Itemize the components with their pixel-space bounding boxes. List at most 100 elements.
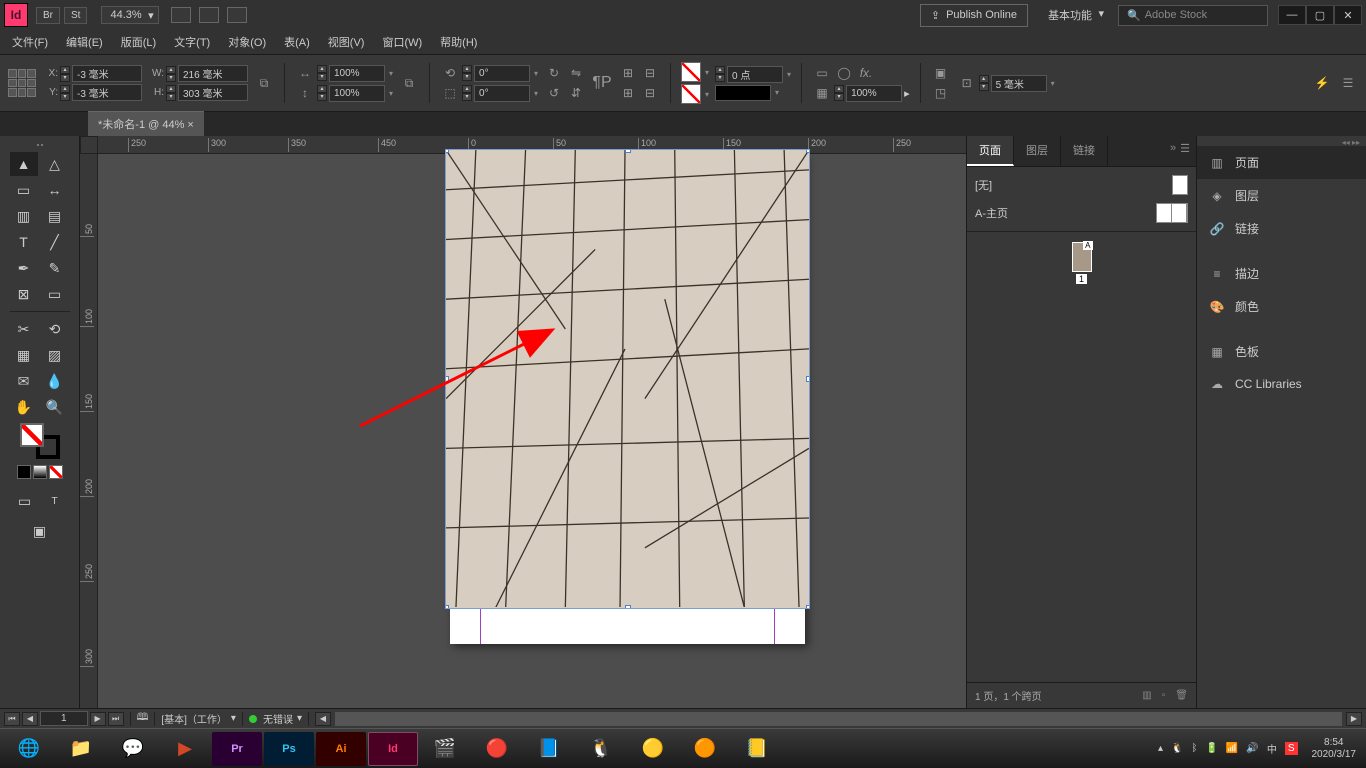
direct-selection-tool[interactable]: △	[41, 152, 69, 176]
menu-type[interactable]: 文字(T)	[174, 34, 210, 50]
minimize-button[interactable]: —	[1278, 5, 1306, 25]
pen-tool[interactable]: ✒	[10, 256, 38, 280]
first-page-button[interactable]: ⏮	[4, 712, 20, 726]
apply-gradient[interactable]	[33, 465, 47, 479]
taskbar-qq[interactable]: 🐧	[576, 732, 626, 766]
ruler-origin[interactable]	[80, 136, 98, 154]
pencil-tool[interactable]: ✎	[41, 256, 69, 280]
zoom-tool[interactable]: 🔍	[41, 395, 69, 419]
menu-layout[interactable]: 版面(L)	[121, 34, 156, 50]
taskbar-app-4[interactable]: 🟠	[680, 732, 730, 766]
dock-links[interactable]: 🔗链接	[1197, 212, 1366, 245]
master-a-row[interactable]: A-主页	[967, 199, 1196, 227]
publish-online-button[interactable]: ⇪ Publish Online	[920, 4, 1028, 27]
menu-view[interactable]: 视图(V)	[328, 34, 365, 50]
links-panel-tab[interactable]: 链接	[1061, 136, 1108, 166]
y-input[interactable]	[72, 84, 142, 101]
scissors-tool[interactable]: ✂	[10, 317, 38, 341]
taskbar-chrome[interactable]: 🟡	[628, 732, 678, 766]
type-tool[interactable]: T	[10, 230, 38, 254]
current-page-field[interactable]: 1	[40, 711, 88, 726]
document-tab[interactable]: *未命名-1 @ 44% ×	[88, 111, 204, 136]
view-icon-2[interactable]	[199, 7, 219, 23]
stroke-weight-input[interactable]	[727, 66, 783, 83]
fx-icon[interactable]: fx.	[856, 64, 876, 82]
fx-box-icon[interactable]: ▭	[812, 64, 832, 82]
dock-color[interactable]: 🎨颜色	[1197, 290, 1366, 323]
close-button[interactable]: ✕	[1334, 5, 1362, 25]
system-tray[interactable]: ▴ 🐧 ᛒ 🔋 📶 🔊 中 S 8:54 2020/3/17	[1158, 737, 1362, 761]
menu-edit[interactable]: 编辑(E)	[66, 34, 103, 50]
taskbar-explorer[interactable]: 📁	[56, 732, 106, 766]
opacity-input[interactable]	[846, 85, 902, 102]
shear-input[interactable]	[474, 85, 530, 102]
align-icon-2[interactable]: ⊟	[640, 64, 660, 82]
h-input[interactable]	[178, 84, 248, 101]
menu-window[interactable]: 窗口(W)	[382, 34, 422, 50]
layers-panel-tab[interactable]: 图层	[1014, 136, 1061, 166]
view-mode-preview[interactable]: T	[41, 489, 69, 513]
taskbar-app-3[interactable]: 📘	[524, 732, 574, 766]
bridge-button[interactable]: Br	[36, 7, 60, 24]
collapse-icon[interactable]: »	[1170, 142, 1176, 160]
constrain-scale-icon[interactable]: ⧉	[399, 74, 419, 92]
next-page-button[interactable]: ▶	[90, 712, 106, 726]
hand-tool[interactable]: ✋	[10, 395, 38, 419]
stroke-swatch[interactable]	[681, 84, 701, 104]
pages-panel-tab[interactable]: 页面	[967, 136, 1014, 166]
dock-pages[interactable]: ▥页面	[1197, 146, 1366, 179]
rotate-ccw-icon[interactable]: ↺	[544, 84, 564, 102]
fill-swatch-tool[interactable]	[20, 423, 44, 447]
open-doc-icon[interactable]: 🕮	[137, 710, 149, 727]
stock-search-input[interactable]: 🔍 Adobe Stock	[1118, 5, 1268, 26]
frame-fit-icon[interactable]: ⊡	[957, 74, 977, 92]
view-icon-3[interactable]	[227, 7, 247, 23]
note-tool[interactable]: ✉	[10, 369, 38, 393]
rect-tool[interactable]: ▭	[41, 282, 69, 306]
content-collector-tool[interactable]: ▥	[10, 204, 38, 228]
horizontal-scrollbar[interactable]	[335, 712, 1342, 726]
dock-layers[interactable]: ◈图层	[1197, 179, 1366, 212]
taskbar-app-2[interactable]: 🔴	[472, 732, 522, 766]
menu-file[interactable]: 文件(F)	[12, 34, 48, 50]
tray-wifi-icon[interactable]: 📶	[1226, 743, 1238, 754]
tray-qq-icon[interactable]: 🐧	[1171, 743, 1183, 754]
free-transform-tool[interactable]: ⟲	[41, 317, 69, 341]
new-page-icon[interactable]: ▫	[1162, 690, 1166, 701]
edit-page-size-icon[interactable]: ▥	[1142, 690, 1151, 701]
screen-mode[interactable]: ▣	[26, 519, 54, 543]
rotate-input[interactable]	[474, 65, 530, 82]
gradient-swatch-tool[interactable]: ▦	[10, 343, 38, 367]
fill-stroke-swatches[interactable]	[20, 423, 60, 459]
dock-stroke[interactable]: ≡描边	[1197, 257, 1366, 290]
fx-circle-icon[interactable]: ◯	[834, 64, 854, 82]
panel-menu-icon[interactable]: ☰	[1180, 142, 1190, 160]
pages-thumbnails[interactable]: A 1	[967, 231, 1196, 682]
canvas-area[interactable]: 250 300 350 450 0 50 100 150 200 250 50 …	[80, 136, 966, 708]
menu-table[interactable]: 表(A)	[284, 34, 310, 50]
fill-swatch[interactable]	[681, 62, 701, 82]
content-placer-tool[interactable]: ▤	[41, 204, 69, 228]
tray-clock[interactable]: 8:54 2020/3/17	[1306, 737, 1363, 761]
preflight-profile[interactable]: [基本]（工作）	[161, 711, 227, 726]
quick-apply-icon[interactable]: ⚡	[1312, 74, 1332, 92]
scroll-right-button[interactable]: ▶	[1346, 712, 1362, 726]
tray-expand-icon[interactable]: ▴	[1158, 743, 1163, 754]
flip-v-icon[interactable]: ⇵	[566, 84, 586, 102]
master-none-row[interactable]: [无]	[967, 171, 1196, 199]
tray-volume-icon[interactable]: 🔊	[1246, 743, 1258, 754]
constrain-icon[interactable]: ⧉	[254, 74, 274, 92]
gap-tool[interactable]: ↔	[41, 178, 69, 202]
last-page-button[interactable]: ⏭	[108, 712, 124, 726]
inset-input[interactable]	[991, 75, 1047, 92]
taskbar-wechat[interactable]: 💬	[108, 732, 158, 766]
apply-color[interactable]	[17, 465, 31, 479]
placed-image-frame[interactable]	[445, 149, 810, 609]
dock-swatches[interactable]: ▦色板	[1197, 335, 1366, 368]
selection-tool[interactable]: ▲	[10, 152, 38, 176]
preflight-status-label[interactable]: 无错误	[263, 711, 293, 726]
align-icon-3[interactable]: ⊞	[618, 84, 638, 102]
gradient-feather-tool[interactable]: ▨	[41, 343, 69, 367]
align-icon-1[interactable]: ⊞	[618, 64, 638, 82]
scale-x-input[interactable]	[329, 65, 385, 82]
